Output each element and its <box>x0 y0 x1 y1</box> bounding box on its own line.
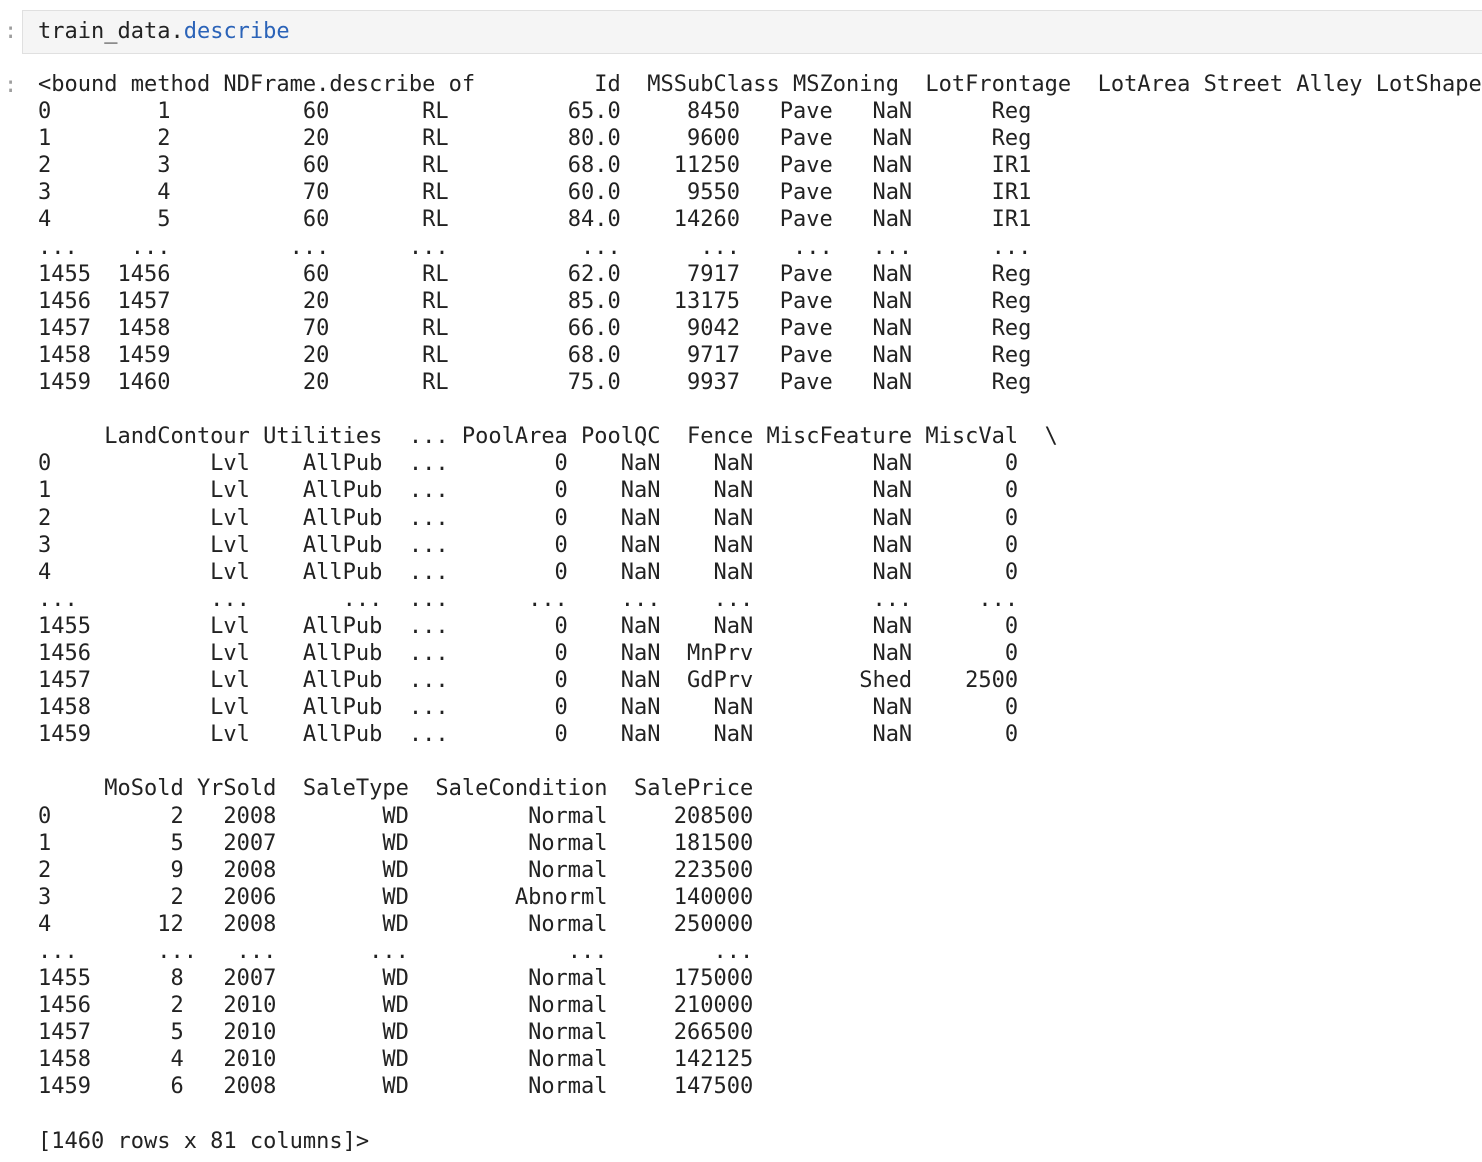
output-line: 0 2 2008 WD Normal 208500 <box>38 803 780 829</box>
output-line: 0 Lvl AllPub ... 0 NaN NaN NaN 0 <box>38 451 1058 477</box>
output-line: 2 3 60 RL 68.0 11250 Pave NaN IR1 <box>38 153 1072 179</box>
output-line: 1456 2 2010 WD Normal 210000 <box>38 993 780 1019</box>
output-line: 1457 5 2010 WD Normal 266500 <box>38 1020 780 1046</box>
output-line: 3 4 70 RL 60.0 9550 Pave NaN IR1 <box>38 180 1072 206</box>
code-dot: . <box>170 19 184 44</box>
input-prompt: : <box>4 19 18 44</box>
output-line: 1457 1458 70 RL 66.0 9042 Pave NaN Reg <box>38 315 1072 341</box>
output-line: 3 Lvl AllPub ... 0 NaN NaN NaN 0 <box>38 532 1058 558</box>
dataframe-text-output: <bound method NDFrame.describe of Id MSS… <box>38 71 1482 1155</box>
code-variable: train_data <box>38 19 171 44</box>
output-line: 1458 4 2010 WD Normal 142125 <box>38 1047 780 1073</box>
output-line: 2 9 2008 WD Normal 223500 <box>38 857 780 883</box>
output-line: 1455 1456 60 RL 62.0 7917 Pave NaN Reg <box>38 261 1072 287</box>
code-attribute: describe <box>183 19 290 44</box>
output-line: <bound method NDFrame.describe of Id MSS… <box>38 72 1482 97</box>
output-line: ... ... ... ... ... ... ... ... ... <box>38 586 1058 612</box>
output-line: ... ... ... ... ... ... <box>38 939 780 964</box>
output-line: 1 Lvl AllPub ... 0 NaN NaN NaN 0 <box>38 478 1058 504</box>
output-line: 1 2 20 RL 80.0 9600 Pave NaN Reg <box>38 126 1072 152</box>
output-line: 1459 Lvl AllPub ... 0 NaN NaN NaN 0 <box>38 722 1058 748</box>
output-line: 1456 Lvl AllPub ... 0 NaN MnPrv NaN 0 <box>38 640 1058 666</box>
output-prompt: : <box>4 73 18 98</box>
output-line: ... ... ... ... ... ... ... ... ... <box>38 234 1072 260</box>
output-line: 1457 Lvl AllPub ... 0 NaN GdPrv Shed 250… <box>38 668 1058 694</box>
output-line: 4 Lvl AllPub ... 0 NaN NaN NaN 0 <box>38 559 1058 585</box>
code-line[interactable]: train_data.describe <box>38 18 290 45</box>
output-line: 2 Lvl AllPub ... 0 NaN NaN NaN 0 <box>38 505 1058 531</box>
output-area: <bound method NDFrame.describe of Id MSS… <box>38 71 1482 1155</box>
output-line: [1460 rows x 81 columns]> <box>38 1128 370 1154</box>
output-line: LandContour Utilities ... PoolArea PoolQ… <box>38 424 1058 450</box>
output-line: 1455 8 2007 WD Normal 175000 <box>38 966 780 992</box>
output-line: 1458 1459 20 RL 68.0 9717 Pave NaN Reg <box>38 342 1072 368</box>
output-line: 1459 1460 20 RL 75.0 9937 Pave NaN Reg <box>38 370 1072 396</box>
output-line: 1455 Lvl AllPub ... 0 NaN NaN NaN 0 <box>38 613 1058 639</box>
output-line: 4 12 2008 WD Normal 250000 <box>38 911 780 937</box>
output-line: 4 5 60 RL 84.0 14260 Pave NaN IR1 <box>38 207 1072 233</box>
output-line: 0 1 60 RL 65.0 8450 Pave NaN Reg <box>38 99 1072 125</box>
code-input-cell[interactable]: train_data.describe <box>22 10 1482 54</box>
output-line: 1459 6 2008 WD Normal 147500 <box>38 1074 780 1100</box>
output-line: 1458 Lvl AllPub ... 0 NaN NaN NaN 0 <box>38 695 1058 721</box>
output-line: 3 2 2006 WD Abnorml 140000 <box>38 884 780 910</box>
output-line: MoSold YrSold SaleType SaleCondition Sal… <box>38 776 780 802</box>
output-line: 1 5 2007 WD Normal 181500 <box>38 830 780 856</box>
output-line: 1456 1457 20 RL 85.0 13175 Pave NaN Reg <box>38 288 1072 314</box>
